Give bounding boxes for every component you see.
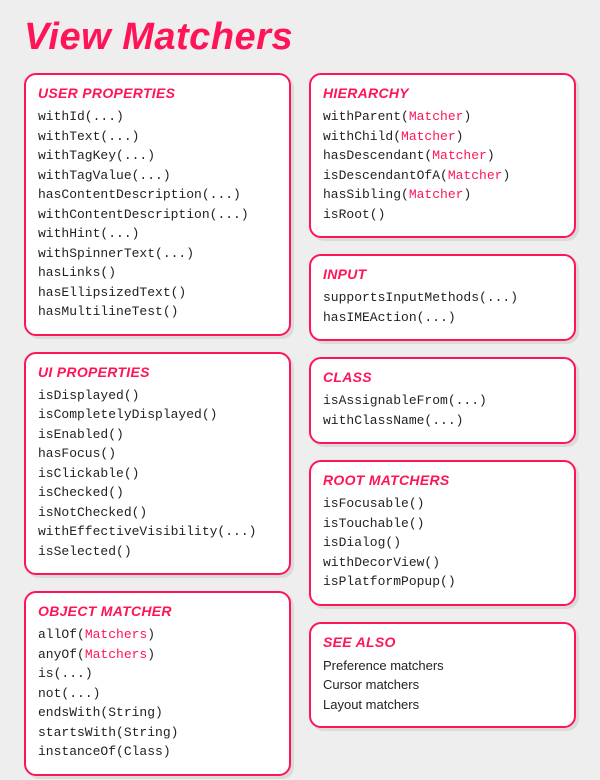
list-item: isFocusable() (323, 494, 562, 514)
card-class: CLASS isAssignableFrom(...)withClassName(… (309, 357, 576, 444)
list-item: endsWith(String) (38, 703, 277, 723)
list-item: withTagKey(...) (38, 146, 277, 166)
list-item: Layout matchers (323, 695, 562, 715)
matcher-arg: Matcher (432, 148, 487, 163)
matcher-arg: Matcher (401, 129, 456, 144)
page-title: View Matchers (24, 16, 576, 59)
card-input: INPUT supportsInputMethods(...)hasIMEActi… (309, 254, 576, 341)
list-item: isEnabled() (38, 425, 277, 445)
list-item: hasDescendant(Matcher) (323, 146, 562, 166)
list-item: anyOf(Matchers) (38, 645, 277, 665)
list-item: hasLinks() (38, 263, 277, 283)
list-item: is(...) (38, 664, 277, 684)
card-title: CLASS (323, 369, 562, 385)
list-item: isSelected() (38, 542, 277, 562)
list-item: Preference matchers (323, 656, 562, 676)
list-item: withTagValue(...) (38, 166, 277, 186)
list-item: startsWith(String) (38, 723, 277, 743)
list-item: isRoot() (323, 205, 562, 225)
list-item: withDecorView() (323, 553, 562, 573)
matcher-arg: Matchers (85, 647, 147, 662)
list-item: withContentDescription(...) (38, 205, 277, 225)
list-item: isAssignableFrom(...) (323, 391, 562, 411)
list-item: isDisplayed() (38, 386, 277, 406)
card-ui-properties: UI PROPERTIES isDisplayed()isCompletelyDi… (24, 352, 291, 576)
card-object-matcher: OBJECT MATCHER allOf(Matchers)anyOf(Match… (24, 591, 291, 776)
card-see-also: SEE ALSO Preference matchersCursor matche… (309, 622, 576, 729)
list-item: allOf(Matchers) (38, 625, 277, 645)
list-item: isCompletelyDisplayed() (38, 405, 277, 425)
list-item: isPlatformPopup() (323, 572, 562, 592)
list-item: isDescendantOfA(Matcher) (323, 166, 562, 186)
list-item: Cursor matchers (323, 675, 562, 695)
columns-container: USER PROPERTIESwithId(...)withText(...)w… (24, 73, 576, 776)
list-item: withEffectiveVisibility(...) (38, 522, 277, 542)
list-item: isClickable() (38, 464, 277, 484)
card-title: UI PROPERTIES (38, 364, 277, 380)
list-item: instanceOf(Class) (38, 742, 277, 762)
list-item: withChild(Matcher) (323, 127, 562, 147)
column-1: HIERARCHY withParent(Matcher)withChild(Ma… (309, 73, 576, 776)
card-title: ROOT MATCHERS (323, 472, 562, 488)
list-item: isNotChecked() (38, 503, 277, 523)
card-user-properties: USER PROPERTIESwithId(...)withText(...)w… (24, 73, 291, 336)
matcher-arg: Matcher (409, 109, 464, 124)
list-item: isTouchable() (323, 514, 562, 534)
card-title: HIERARCHY (323, 85, 562, 101)
card-title: SEE ALSO (323, 634, 562, 650)
card-title: OBJECT MATCHER (38, 603, 277, 619)
list-item: hasSibling(Matcher) (323, 185, 562, 205)
list-item: isDialog() (323, 533, 562, 553)
list-item: hasIMEAction(...) (323, 308, 562, 328)
list-item: hasMultilineTest() (38, 302, 277, 322)
matcher-arg: Matcher (448, 168, 503, 183)
list-item: withText(...) (38, 127, 277, 147)
list-item: hasFocus() (38, 444, 277, 464)
list-item: not(...) (38, 684, 277, 704)
list-item: withHint(...) (38, 224, 277, 244)
list-item: withClassName(...) (323, 411, 562, 431)
card-root-matchers: ROOT MATCHERSisFocusable()isTouchable()i… (309, 460, 576, 606)
card-title: INPUT (323, 266, 562, 282)
column-0: USER PROPERTIESwithId(...)withText(...)w… (24, 73, 291, 776)
list-item: hasContentDescription(...) (38, 185, 277, 205)
card-title: USER PROPERTIES (38, 85, 277, 101)
list-item: withParent(Matcher) (323, 107, 562, 127)
list-item: withSpinnerText(...) (38, 244, 277, 264)
list-item: hasEllipsizedText() (38, 283, 277, 303)
card-hierarchy: HIERARCHY withParent(Matcher)withChild(Ma… (309, 73, 576, 238)
matcher-arg: Matcher (409, 187, 464, 202)
list-item: supportsInputMethods(...) (323, 288, 562, 308)
list-item: withId(...) (38, 107, 277, 127)
matcher-arg: Matchers (85, 627, 147, 642)
list-item: isChecked() (38, 483, 277, 503)
